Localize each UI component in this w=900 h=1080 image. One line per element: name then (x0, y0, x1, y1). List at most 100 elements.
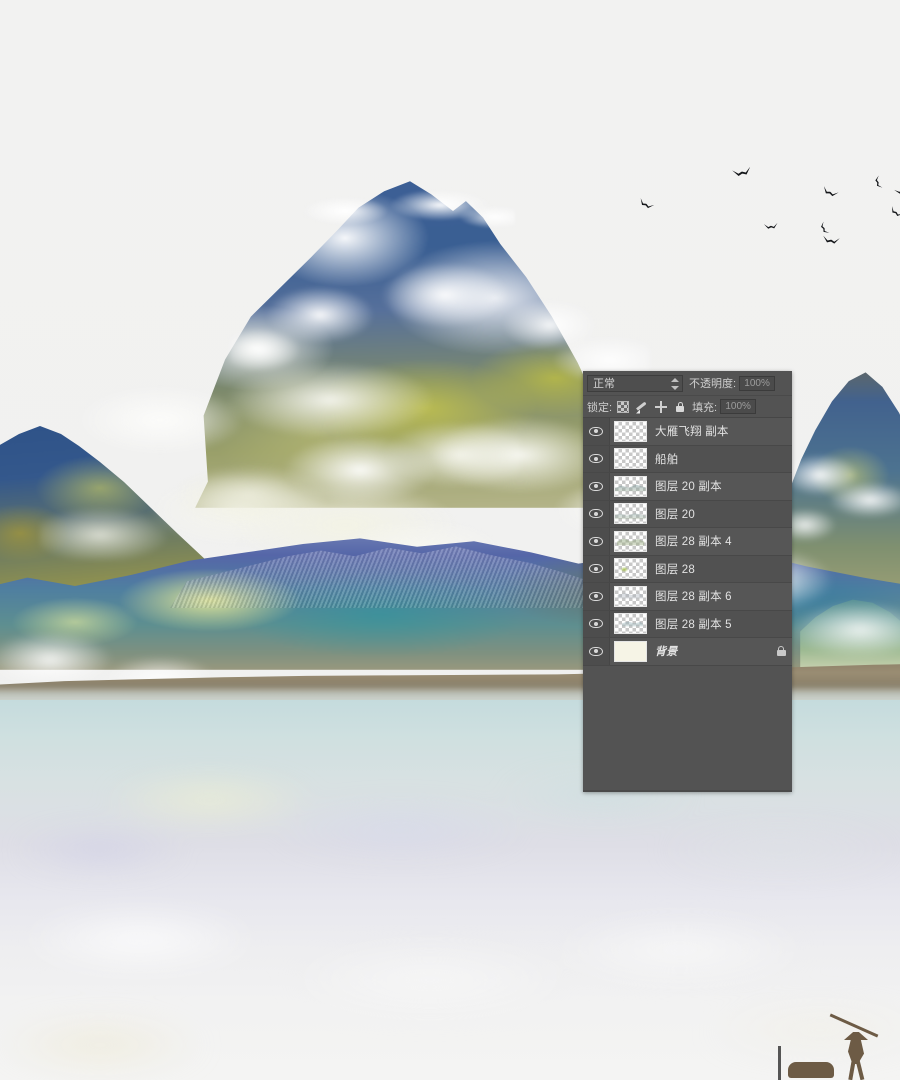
layer-visibility-toggle[interactable] (583, 610, 610, 637)
artboard-canvas: 正常 不透明度: 100% 锁定: 填充: 100% 大雁飞翔 副本 船舶 图层… (0, 0, 900, 1080)
layer-name: 图层 20 副本 (655, 481, 722, 494)
goose-silhouette (821, 185, 839, 199)
layer-thumbnail (613, 475, 647, 497)
goose-silhouette (873, 175, 884, 189)
layer-row[interactable]: 图层 28 副本 6 (583, 583, 792, 611)
fisherman-leg (848, 1059, 856, 1080)
goose-silhouette (732, 166, 752, 180)
fill-value-input[interactable]: 100% (720, 399, 757, 414)
layer-row[interactable]: 图层 28 副本 5 (583, 610, 792, 638)
layer-thumbnail-cell[interactable] (610, 530, 650, 552)
layers-list: 大雁飞翔 副本 船舶 图层 20 副本 图层 20 图层 28 副本 4 图层 … (583, 418, 792, 666)
goose-silhouette (888, 206, 900, 220)
goose-silhouette (818, 221, 830, 236)
layers-panel-empty-area[interactable] (583, 665, 792, 790)
layer-row-background[interactable]: 背景 (583, 638, 792, 666)
layer-thumbnail-cell[interactable] (610, 503, 650, 525)
layer-row[interactable]: 大雁飞翔 副本 (583, 418, 792, 446)
blend-mode-value: 正常 (593, 377, 615, 390)
layer-visibility-toggle[interactable] (583, 583, 610, 610)
layers-panel[interactable]: 正常 不透明度: 100% 锁定: 填充: 100% 大雁飞翔 副本 船舶 图层… (583, 371, 792, 792)
eye-icon (589, 509, 603, 519)
blend-mode-stepper-icon[interactable] (671, 377, 679, 390)
layer-thumbnail-cell[interactable] (610, 420, 650, 442)
goose-silhouette (637, 197, 654, 211)
layer-visibility-toggle[interactable] (583, 473, 610, 500)
layer-thumbnail (613, 640, 647, 662)
blend-opacity-row: 正常 不透明度: 100% (583, 371, 792, 396)
layer-thumbnail-cell[interactable] (610, 475, 650, 497)
layer-name: 图层 28 副本 5 (655, 618, 732, 631)
layer-thumbnail (613, 585, 647, 607)
eye-icon (589, 454, 603, 464)
blend-mode-dropdown[interactable]: 正常 (587, 374, 683, 392)
layer-thumbnail-cell[interactable] (610, 640, 650, 662)
reed-stalk (778, 1046, 781, 1080)
artwork-left-mountain (0, 426, 280, 618)
goose-silhouette (764, 222, 778, 231)
layer-thumbnail (613, 503, 647, 525)
layer-row[interactable]: 船舶 (583, 445, 792, 473)
fisherman-boat (788, 1062, 834, 1078)
artwork-fisherman-group (770, 1010, 900, 1080)
layers-panel-bottom-edge (583, 789, 792, 792)
layer-thumbnail-cell[interactable] (610, 448, 650, 470)
layer-thumbnail (613, 613, 647, 635)
eye-icon (589, 536, 603, 546)
eye-icon (589, 426, 603, 436)
layer-name: 图层 28 (655, 563, 695, 576)
layer-visibility-toggle[interactable] (583, 445, 610, 472)
layer-visibility-toggle[interactable] (583, 500, 610, 527)
fisherman-pole (829, 1013, 879, 1038)
layer-name: 背景 (655, 646, 678, 659)
goose-silhouette (822, 235, 840, 247)
layer-name: 图层 20 (655, 508, 695, 521)
goose-silhouette (894, 184, 900, 197)
layer-visibility-toggle[interactable] (583, 528, 610, 555)
lock-label: 锁定: (587, 401, 613, 414)
layer-visibility-toggle[interactable] (583, 418, 610, 445)
layer-name: 船舶 (655, 453, 679, 466)
eye-icon (589, 646, 603, 656)
layer-row[interactable]: 图层 20 副本 (583, 473, 792, 501)
artwork-ridge-rock-texture (170, 546, 590, 608)
layer-thumbnail-cell[interactable] (610, 585, 650, 607)
artwork-cloud-left-edge (0, 600, 230, 720)
artwork-flying-geese-group (630, 150, 900, 260)
layer-thumbnail (613, 530, 647, 552)
eye-icon (589, 619, 603, 629)
eye-icon (589, 564, 603, 574)
eye-icon (589, 481, 603, 491)
artwork-main-peak (195, 181, 625, 508)
artwork-right-mountain-cloud (775, 430, 900, 560)
layer-name: 大雁飞翔 副本 (655, 426, 729, 439)
opacity-value-input[interactable]: 100% (739, 375, 776, 391)
artwork-right-mountain (790, 372, 900, 645)
lock-icon-group (617, 400, 686, 413)
artwork-right-low-hill (800, 599, 900, 670)
lock-image-pixels-icon[interactable] (636, 401, 648, 413)
fill-label: 填充: (692, 401, 718, 414)
fisherman-leg (855, 1059, 865, 1080)
layer-name: 图层 28 副本 4 (655, 536, 732, 549)
layer-row[interactable]: 图层 28 (583, 555, 792, 583)
artwork-cloudbank-midleft (40, 360, 520, 560)
layer-visibility-toggle[interactable] (583, 638, 610, 665)
layer-row[interactable]: 图层 20 (583, 500, 792, 528)
layer-row[interactable]: 图层 28 副本 4 (583, 528, 792, 556)
layer-thumbnail (613, 558, 647, 580)
layer-visibility-toggle[interactable] (583, 555, 610, 582)
lock-all-icon[interactable] (674, 401, 686, 413)
lock-position-icon[interactable] (655, 400, 668, 413)
layer-lock-cell (770, 645, 792, 657)
eye-icon (589, 591, 603, 601)
artwork-soft-cloud-hill (180, 440, 510, 570)
lock-fill-row: 锁定: 填充: 100% (583, 396, 792, 418)
lock-transparent-pixels-icon[interactable] (617, 400, 630, 413)
layer-thumbnail-cell[interactable] (610, 558, 650, 580)
layer-thumbnail (613, 420, 647, 442)
layer-locked-icon (776, 645, 787, 657)
opacity-label: 不透明度: (689, 378, 737, 390)
layer-name: 图层 28 副本 6 (655, 591, 732, 604)
layer-thumbnail-cell[interactable] (610, 613, 650, 635)
